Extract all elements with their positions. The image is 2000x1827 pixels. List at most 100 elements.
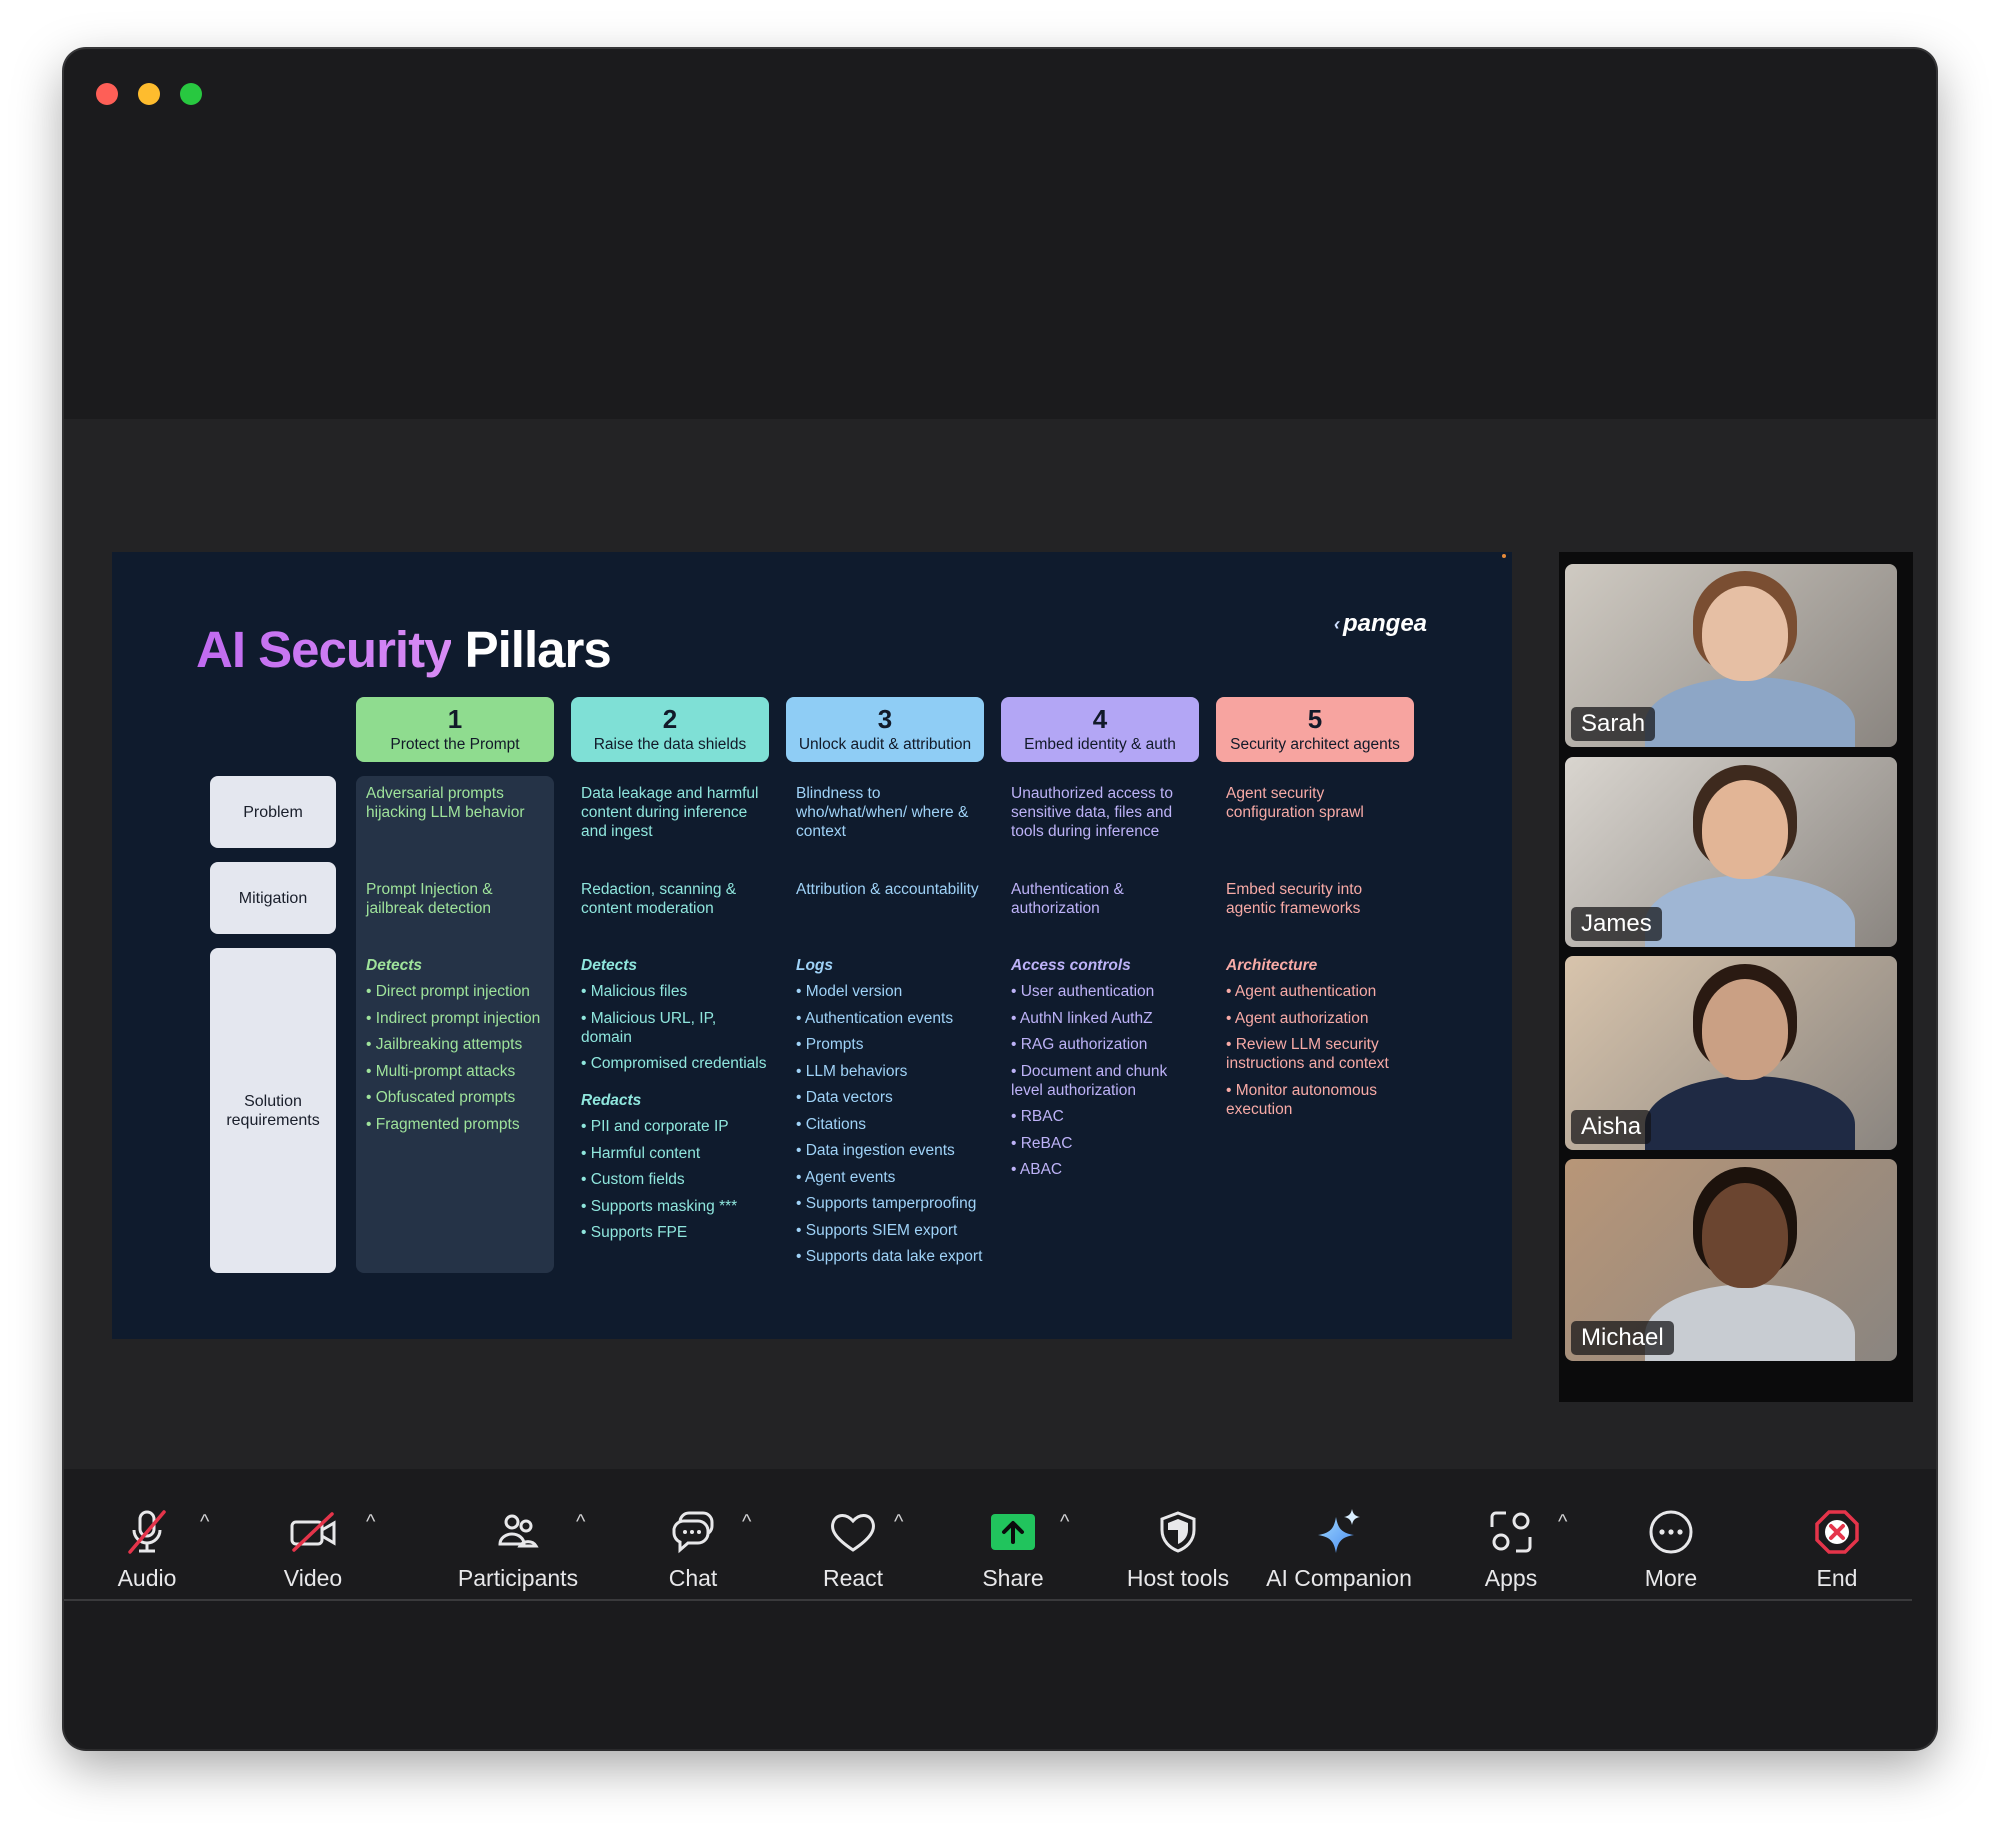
shield-icon — [1108, 1507, 1248, 1557]
solution-item: Citations — [796, 1115, 986, 1134]
share-button[interactable]: Share — [958, 1507, 1068, 1592]
solution-item: Data vectors — [796, 1088, 986, 1107]
solution-item: PII and corporate IP — [581, 1117, 771, 1136]
solution-item: Compromised credentials — [581, 1054, 771, 1073]
pillar-name: Unlock audit & attribution — [798, 736, 972, 753]
apps-label: Apps — [1484, 1565, 1538, 1591]
participant-tile-sarah[interactable]: Sarah — [1565, 564, 1897, 747]
apps-grid-icon — [1456, 1507, 1566, 1557]
pillar-number: 4 — [1092, 704, 1108, 734]
audio-button[interactable]: Audio — [92, 1507, 202, 1592]
solution-item: Supports FPE — [581, 1223, 771, 1242]
pillar-name: Raise the data shields — [593, 736, 747, 753]
solution-item: Agent authentication — [1226, 982, 1416, 1001]
pillar-name: Security architect agents — [1230, 736, 1400, 753]
participant-face — [1702, 979, 1788, 1081]
solution-section-heading: Architecture — [1226, 957, 1318, 974]
participant-face — [1702, 779, 1788, 879]
participant-name: James — [1571, 907, 1662, 941]
chat-icon — [638, 1507, 748, 1557]
react-label: React — [822, 1565, 884, 1591]
apps-options-caret-icon[interactable]: ^ — [1558, 1511, 1567, 1534]
solution-item: Supports tamperproofing — [796, 1194, 986, 1213]
pangea-logo-text: pangea — [1343, 610, 1428, 637]
pillar-solution: Access controls User authentication AuthN … — [1011, 956, 1201, 1187]
share-screen-icon — [958, 1507, 1068, 1557]
participant-tile-aisha[interactable]: Aisha — [1565, 956, 1897, 1150]
pillar-problem: Data leakage and harmful content during … — [581, 785, 759, 840]
row-label-mitigation: Mitigation — [210, 862, 336, 934]
video-button[interactable]: Video — [258, 1507, 368, 1592]
pillar-header-2: 2 Raise the data shields — [571, 697, 769, 762]
share-label: Share — [982, 1565, 1044, 1591]
participants-options-caret-icon[interactable]: ^ — [576, 1511, 585, 1534]
apps-button[interactable]: Apps — [1456, 1507, 1566, 1592]
pillar-header-5: 5 Security architect agents — [1216, 697, 1414, 762]
participant-name: Sarah — [1571, 707, 1656, 741]
participants-label: Participants — [457, 1565, 579, 1591]
solution-item: Fragmented prompts — [366, 1115, 556, 1134]
solution-item: LLM behaviors — [796, 1062, 986, 1081]
chat-button[interactable]: Chat — [638, 1507, 748, 1592]
pillar-solution: Architecture Agent authentication Agent au… — [1226, 956, 1416, 1126]
video-off-icon — [258, 1507, 368, 1557]
pillar-name: Embed identity & auth — [1024, 736, 1176, 753]
video-label: Video — [283, 1565, 343, 1591]
pangea-logo-mark-icon: ‹ — [1334, 613, 1340, 634]
heart-icon — [798, 1507, 908, 1557]
end-meeting-button[interactable]: End — [1782, 1507, 1892, 1592]
slide-title: AI Security Pillars — [196, 620, 612, 679]
participants-button[interactable]: Participants — [438, 1507, 598, 1592]
participant-tile-michael[interactable]: Michael — [1565, 1159, 1897, 1361]
more-button[interactable]: More — [1616, 1507, 1726, 1592]
participant-face — [1702, 1183, 1788, 1289]
solution-item: Monitor autonomous execution — [1226, 1081, 1416, 1119]
participant-face — [1702, 585, 1788, 682]
ai-companion-label: AI Companion — [1266, 1565, 1412, 1591]
solution-section-heading: Detects — [366, 957, 422, 974]
solution-section-heading: Detects — [581, 957, 637, 974]
solution-item: Document and chunk level authorization — [1011, 1062, 1201, 1100]
solution-item: Malicious files — [581, 982, 771, 1001]
end-label: End — [1816, 1565, 1858, 1591]
participants-icon — [438, 1507, 598, 1557]
solution-item: Prompts — [796, 1035, 986, 1054]
sparkle-icon — [1254, 1507, 1424, 1557]
solution-item: User authentication — [1011, 982, 1201, 1001]
toolbar-divider — [64, 1599, 1912, 1601]
ai-companion-button[interactable]: AI Companion — [1254, 1507, 1424, 1592]
react-options-caret-icon[interactable]: ^ — [894, 1511, 903, 1534]
solution-item: Multi-prompt attacks — [366, 1062, 556, 1081]
audio-options-caret-icon[interactable]: ^ — [200, 1511, 209, 1534]
share-options-caret-icon[interactable]: ^ — [1060, 1511, 1069, 1534]
pillar-name: Protect the Prompt — [390, 736, 520, 753]
react-button[interactable]: React — [798, 1507, 908, 1592]
pillar-mitigation: Redaction, scanning & content moderation — [581, 881, 737, 917]
solution-item: Custom fields — [581, 1170, 771, 1189]
chat-options-caret-icon[interactable]: ^ — [742, 1511, 751, 1534]
maximize-window-button[interactable] — [180, 83, 202, 105]
solution-item: Jailbreaking attempts — [366, 1035, 556, 1054]
solution-item: AuthN linked AuthZ — [1011, 1009, 1201, 1028]
solution-item: RBAC — [1011, 1107, 1201, 1126]
pillar-number: 3 — [877, 704, 893, 734]
pillar-mitigation: Embed security into agentic frameworks — [1226, 881, 1363, 917]
pillar-header-3: 3 Unlock audit & attribution — [786, 697, 984, 762]
pillar-problem: Agent security configuration sprawl — [1226, 785, 1364, 821]
close-window-button[interactable] — [96, 83, 118, 105]
pillar-header-4: 4 Embed identity & auth — [1001, 697, 1199, 762]
minimize-window-button[interactable] — [138, 83, 160, 105]
slide-title-accent: AI Security — [196, 621, 452, 678]
solution-item: Agent authorization — [1226, 1009, 1416, 1028]
solution-section-heading: Logs — [796, 957, 834, 974]
solution-item: Agent events — [796, 1168, 986, 1187]
pillar-problem: Unauthorized access to sensitive data, f… — [1011, 785, 1173, 840]
participant-tile-james[interactable]: James — [1565, 757, 1897, 947]
pillar-header-1: 1 Protect the Prompt — [356, 697, 554, 762]
host-tools-label: Host tools — [1126, 1565, 1230, 1591]
host-tools-button[interactable]: Host tools — [1108, 1507, 1248, 1592]
chat-label: Chat — [668, 1565, 718, 1591]
pillar-solution: Logs Model version Authentication events Pr… — [796, 956, 986, 1274]
solution-item: Review LLM security instructions and con… — [1226, 1035, 1416, 1073]
video-options-caret-icon[interactable]: ^ — [366, 1511, 375, 1534]
